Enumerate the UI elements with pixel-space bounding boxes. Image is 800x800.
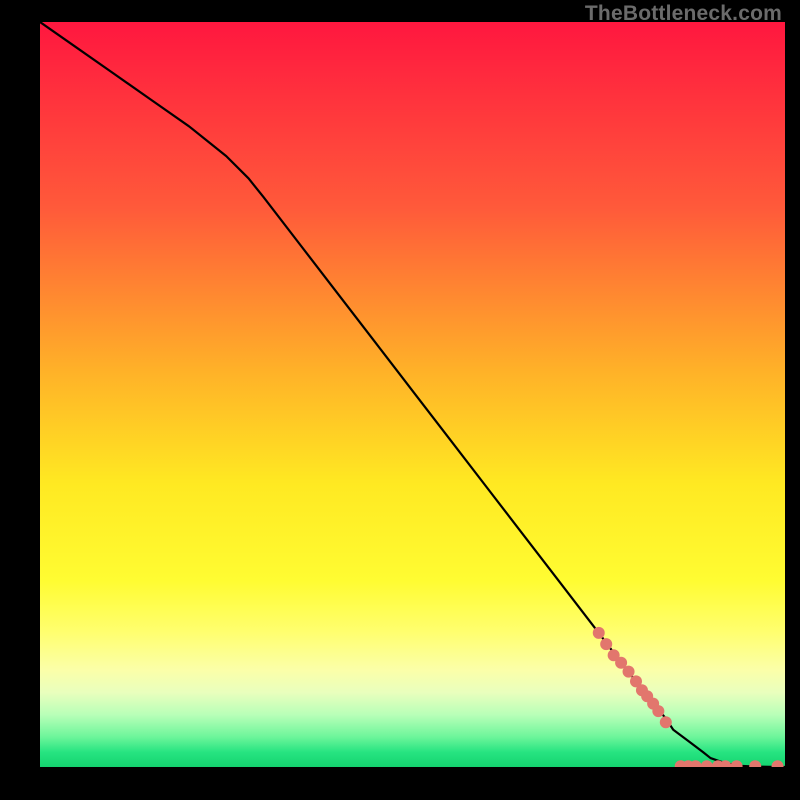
data-point <box>749 760 761 767</box>
data-point <box>593 627 605 639</box>
data-point <box>623 666 635 678</box>
chart-frame: TheBottleneck.com <box>0 0 800 800</box>
data-point <box>772 760 784 767</box>
data-point <box>600 638 612 650</box>
data-point <box>652 705 664 717</box>
data-point <box>660 716 672 728</box>
chart-svg <box>40 22 785 767</box>
data-point <box>731 760 743 767</box>
series-curve <box>40 22 785 767</box>
plot-area <box>40 22 785 767</box>
data-point <box>701 760 713 767</box>
